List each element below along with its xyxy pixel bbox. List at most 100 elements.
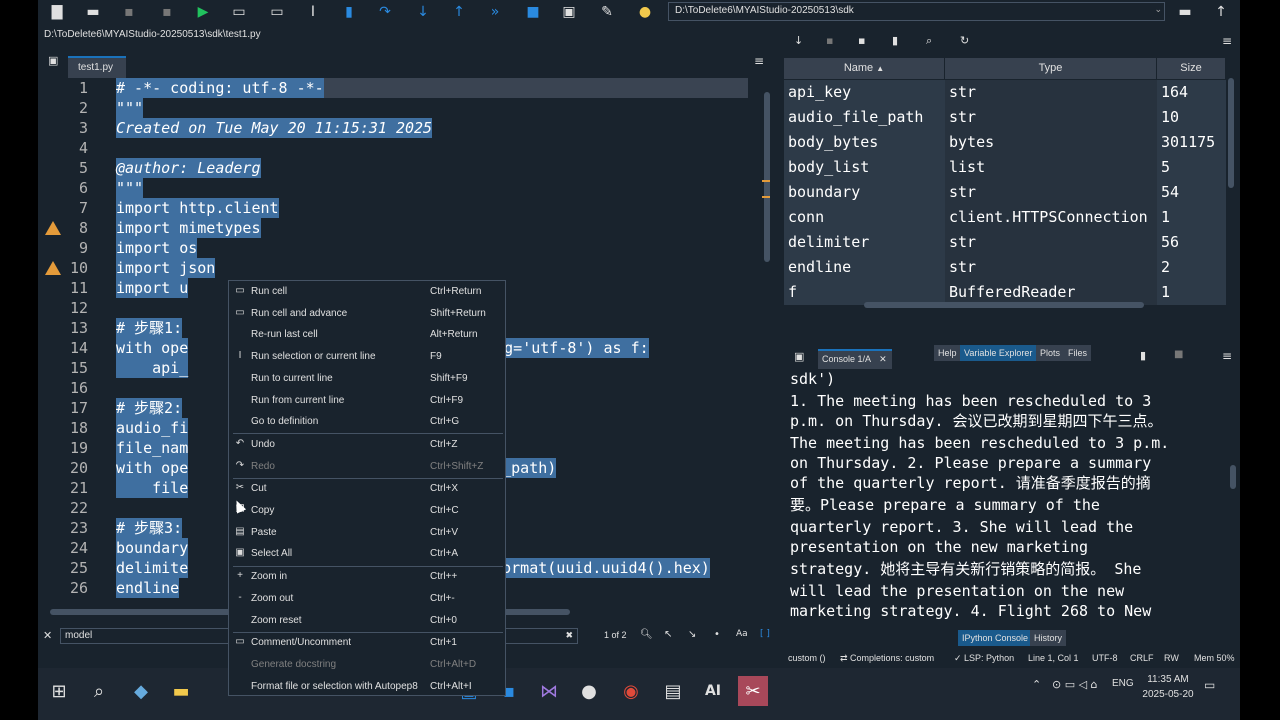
show-hidden-icons[interactable]: ⌃ xyxy=(1032,678,1041,691)
save-all-icon[interactable]: ▪ xyxy=(156,2,178,22)
clock[interactable]: 11:35 AM 2025-05-20 xyxy=(1140,674,1196,700)
table-row[interactable]: delimiter str 56 xyxy=(784,230,1226,255)
options-menu-icon[interactable]: ≡ xyxy=(1222,34,1232,48)
column-header-type[interactable]: Type xyxy=(945,58,1157,79)
continue-icon[interactable]: » xyxy=(484,2,506,22)
browse-tabs-icon[interactable]: ▣ xyxy=(794,350,804,363)
table-row[interactable]: endline str 2 xyxy=(784,255,1226,280)
menu-item-zoom-reset[interactable]: Zoom reset Ctrl+0 xyxy=(229,610,505,631)
visual-studio-icon[interactable]: ⋈ xyxy=(534,676,564,706)
python-path-icon[interactable]: ● xyxy=(634,2,656,22)
copilot-icon[interactable]: ◆ xyxy=(126,676,156,706)
browse-folder-icon[interactable]: ▬ xyxy=(1174,2,1196,22)
warning-icon[interactable] xyxy=(45,261,61,275)
stop-icon[interactable]: ■ xyxy=(522,2,544,22)
remote-desktop-icon[interactable]: ▤ xyxy=(658,676,688,706)
status-env[interactable]: custom () xyxy=(788,653,826,663)
save-data-icon[interactable]: ▪ xyxy=(826,34,833,47)
save-data-as-icon[interactable]: ▪ xyxy=(858,34,865,47)
variable-table-hscrollbar[interactable] xyxy=(864,302,1144,308)
remove-all-icon[interactable]: ▮ xyxy=(892,34,898,47)
editor-vertical-scrollbar[interactable] xyxy=(762,80,772,590)
console-output[interactable]: sdk') 1. The meeting has been rescheduled… xyxy=(784,371,1224,623)
case-sensitive-icon[interactable]: Aa xyxy=(736,629,748,639)
whole-word-icon[interactable]: [ ] xyxy=(760,629,770,639)
find-next-icon[interactable]: ↘ xyxy=(688,629,696,640)
step-icon[interactable]: ↷ xyxy=(374,2,396,22)
windows-start-icon[interactable]: ⊞ xyxy=(44,676,74,706)
tray-icons[interactable]: ⊙ ▭ ◁ ⌂ xyxy=(1052,678,1098,691)
table-row[interactable]: body_bytes bytes 301175 xyxy=(784,130,1226,155)
find-options-icon[interactable]: 🔍︎ xyxy=(640,629,653,640)
close-icon[interactable]: ✕ xyxy=(43,629,52,642)
warning-icon[interactable] xyxy=(45,221,61,235)
variable-table-scrollbar[interactable] xyxy=(1228,78,1234,188)
menu-item-copy[interactable]: ❐ Copy Ctrl+C xyxy=(229,500,505,521)
table-row[interactable]: body_list list 5 xyxy=(784,155,1226,180)
menu-item-undo[interactable]: ↶ Undo Ctrl+Z xyxy=(229,434,505,455)
menu-item-zoom-in[interactable]: + Zoom in Ctrl++ xyxy=(229,566,505,587)
github-icon[interactable]: ● xyxy=(574,676,604,706)
parent-directory-icon[interactable]: ↑ xyxy=(1210,2,1232,22)
chevron-down-icon[interactable]: ⌄ xyxy=(1154,4,1162,15)
refresh-icon[interactable]: ↻ xyxy=(960,34,969,47)
maximize-pane-icon[interactable]: ▣ xyxy=(558,2,580,22)
search-icon[interactable]: ⌕ xyxy=(926,34,932,48)
menu-item-run-from-current-line[interactable]: Run from current line Ctrl+F9 xyxy=(229,390,505,411)
spyder-icon[interactable]: ◉ xyxy=(616,676,646,706)
menu-item-run-cell-and-advance[interactable]: ▭ Run cell and advance Shift+Return xyxy=(229,303,505,324)
stop-icon[interactable]: ■ xyxy=(1174,349,1183,360)
save-icon[interactable]: ▪ xyxy=(118,2,140,22)
import-data-icon[interactable]: ↓ xyxy=(794,34,803,47)
step-return-icon[interactable]: ↑ xyxy=(448,2,470,22)
open-folder-icon[interactable]: ▬ xyxy=(82,2,104,22)
run-cell-icon[interactable]: ▭ xyxy=(228,2,250,22)
menu-item-zoom-out[interactable]: - Zoom out Ctrl+- xyxy=(229,588,505,609)
run-selection-icon[interactable]: I xyxy=(302,2,324,22)
menu-item-paste[interactable]: ▤ Paste Ctrl+V xyxy=(229,522,505,543)
notification-icon[interactable]: ▭ xyxy=(1204,678,1215,692)
table-row[interactable]: conn client.HTTPSConnection 1 xyxy=(784,205,1226,230)
menu-item-re-run-last-cell[interactable]: Re-run last cell Alt+Return xyxy=(229,324,505,345)
menu-item-select-all[interactable]: ▣ Select All Ctrl+A xyxy=(229,543,505,564)
editor-tabbar: ▣ test1.py ≡ xyxy=(38,44,776,78)
tab-console[interactable]: Console 1/A ✕ xyxy=(818,349,892,369)
input-language[interactable]: ENG xyxy=(1112,678,1134,689)
options-menu-icon[interactable]: ≡ xyxy=(754,54,764,68)
find-previous-icon[interactable]: ↖ xyxy=(664,629,672,640)
tab-history[interactable]: History xyxy=(1030,630,1067,646)
menu-item-run-to-current-line[interactable]: Run to current line Shift+F9 xyxy=(229,368,505,389)
table-row[interactable]: api_key str 164 xyxy=(784,80,1226,105)
options-menu-icon[interactable]: ≡ xyxy=(1222,349,1232,363)
menu-item-format-file-or-selection-with-autopep8[interactable]: Format file or selection with Autopep8 Ct… xyxy=(229,676,505,697)
search-icon[interactable]: ⌕ xyxy=(84,676,114,706)
working-directory-combo[interactable]: D:\ToDelete6\MYAIStudio-20250513\sdk ⌄ xyxy=(668,2,1165,21)
close-icon[interactable]: ✕ xyxy=(879,354,887,364)
menu-item-cut[interactable]: ✂ Cut Ctrl+X xyxy=(229,478,505,499)
run-cell-advance-icon[interactable]: ▭ xyxy=(266,2,288,22)
step-into-icon[interactable]: ↓ xyxy=(412,2,434,22)
menu-item-comment-uncomment[interactable]: ▭ Comment/Uncomment Ctrl+1 xyxy=(229,632,505,653)
ai-app-icon[interactable]: AI xyxy=(698,676,728,706)
scroll-thumb[interactable] xyxy=(764,92,770,262)
column-header-name[interactable]: Name ▲ xyxy=(784,58,945,79)
tab-test1[interactable]: test1.py xyxy=(68,56,126,78)
menu-item-go-to-definition[interactable]: Go to definition Ctrl+G xyxy=(229,411,505,432)
clear-icon[interactable]: ✖ xyxy=(565,630,573,641)
table-row[interactable]: boundary str 54 xyxy=(784,180,1226,205)
preferences-icon[interactable]: ✎ xyxy=(596,2,618,22)
debug-icon[interactable]: ▮ xyxy=(338,2,360,22)
new-file-icon[interactable]: ▇ xyxy=(46,2,68,22)
snipping-tool-icon[interactable]: ✂ xyxy=(738,676,768,706)
tab-ipython-console[interactable]: IPython Console xyxy=(958,630,1033,646)
remove-icon[interactable]: ▮ xyxy=(1140,349,1146,362)
menu-item-run-cell[interactable]: ▭ Run cell Ctrl+Return xyxy=(229,281,505,302)
browse-tabs-icon[interactable]: ▣ xyxy=(48,54,58,67)
regex-icon[interactable]: • xyxy=(714,629,720,640)
menu-item-run-selection-or-current-line[interactable]: I Run selection or current line F9 xyxy=(229,346,505,367)
run-icon[interactable]: ▶ xyxy=(192,2,214,22)
file-explorer-icon[interactable]: ▬ xyxy=(166,676,196,706)
table-row[interactable]: audio_file_path str 10 xyxy=(784,105,1226,130)
console-scrollbar[interactable] xyxy=(1230,465,1236,489)
column-header-size[interactable]: Size xyxy=(1157,58,1226,79)
